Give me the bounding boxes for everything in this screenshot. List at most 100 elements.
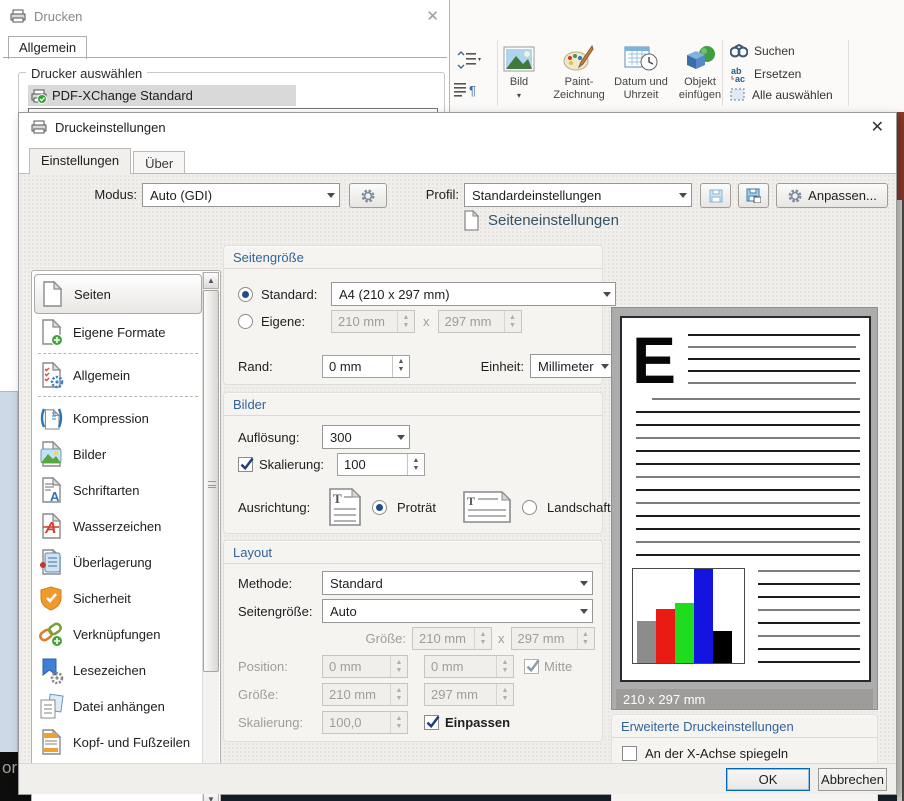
portrait-page-icon: T [328,487,362,527]
landscape-page-icon: T [462,490,512,524]
date-time-button[interactable]: Datum undUhrzeit [610,42,672,102]
scroll-up-icon[interactable]: ▲ [203,272,219,289]
bookmark-icon [39,657,64,684]
insert-object-button[interactable]: Objekteinfügen [672,42,728,102]
flip-x-label: An der X-Achse spiegeln [645,746,788,761]
groesse2-label: Größe: [238,687,322,702]
attach-file-icon [39,693,64,720]
ok-button[interactable]: OK [726,768,810,791]
page-preview: E [611,307,878,710]
modus-settings-button[interactable] [349,183,387,208]
landscape-radio[interactable] [522,500,537,515]
groesse-label: Größe: [364,631,406,646]
portrait-radio[interactable] [372,500,387,515]
skalierung-checkbox[interactable] [238,457,253,472]
rand-label: Rand: [238,359,322,374]
layout-size-w-spinner: 210 mm▲▼ [412,627,492,650]
sidebar-item-eigene-formate[interactable]: Eigene Formate [34,314,202,350]
profil-dropdown[interactable]: Standardeinstellungen [464,183,692,207]
standard-size-dropdown[interactable]: A4 (210 x 297 mm) [331,282,616,306]
dialog-close-icon[interactable]: ✕ [871,117,884,137]
anpassen-button[interactable]: Anpassen... [776,183,888,208]
seitengroesse-dropdown[interactable]: Auto [322,599,593,623]
chevron-down-icon [397,435,405,440]
print-dialog-close-icon[interactable]: ✕ [426,7,439,25]
section-title: Bilder [224,393,602,416]
eigene-radio[interactable] [238,314,253,329]
position-y-spinner: 0 mm▲▼ [424,655,514,678]
sidebar-item-seiten[interactable]: Seiten [34,274,202,314]
flip-x-checkbox[interactable] [622,746,637,761]
sidebar-item-datei-anhaengen[interactable]: Datei anhängen [34,688,202,724]
separator [38,396,198,397]
einheit-dropdown[interactable]: Millimeter [530,354,614,378]
sidebar-item-schriftarten[interactable]: A Schriftarten [34,472,202,508]
groesse2-w-spinner: 210 mm▲▼ [322,683,408,706]
sidebar-item-lesezeichen[interactable]: Lesezeichen [34,652,202,688]
preview-bar-chart [632,568,745,664]
dropdown-arrow: ▾ [517,91,521,100]
skalierung-spinner[interactable]: 100▲▼ [337,453,425,476]
paint-palette-icon [548,42,610,76]
fonts-page-icon: A [39,477,64,504]
page-icon [463,210,480,231]
layout-size-h-spinner: 297 mm▲▼ [511,627,595,650]
tab-einstellungen[interactable]: Einstellungen [29,148,131,174]
background-window-edge [897,112,904,801]
svg-text:ac: ac [735,74,745,82]
paragraph-icon[interactable]: ¶ [452,80,478,100]
sidebar-item-verknuepfungen[interactable]: Verknüpfungen [34,616,202,652]
page-icon [40,281,65,308]
methode-dropdown[interactable]: Standard [322,571,593,595]
save-profile-as-button[interactable] [738,183,769,208]
paint-drawing-button[interactable]: Paint-Zeichnung [548,42,610,102]
svg-text:¶: ¶ [469,83,476,98]
select-all-icon [730,88,746,102]
rand-spinner[interactable]: 0 mm▲▼ [322,355,410,378]
chevron-down-icon [580,609,588,614]
mitte-label: Mitte [544,659,572,674]
overlay-page-icon [39,549,64,576]
screen: or Drucken ✕ Allgemein Drucker auswählen… [0,0,904,801]
sidebar-item-bilder[interactable]: Bilder [34,436,202,472]
scrollbar-thumb[interactable] [203,290,219,672]
sidebar-item-wasserzeichen[interactable]: A Wasserzeichen [34,508,202,544]
aufloesung-dropdown[interactable]: 300 [322,425,410,449]
object-insert-icon [672,42,728,76]
tab-allgemein[interactable]: Allgemein [8,36,87,59]
preview-letter: E [632,322,676,398]
printer-item[interactable]: PDF-XChange Standard [28,85,296,106]
sidebar-item-sicherheit[interactable]: Sicherheit [34,580,202,616]
modus-label: Modus: [77,187,137,202]
position-x-spinner: 0 mm▲▼ [322,655,408,678]
layout-skalierung-spinner: 100,0▲▼ [322,711,408,734]
sidebar-item-kompression[interactable]: Kompression [34,400,202,436]
replace-button[interactable]: abac Ersetzen [730,66,801,82]
chevron-down-icon [327,193,335,198]
svg-text:T: T [467,494,475,508]
chevron-down-icon [580,581,588,586]
insert-picture-button[interactable]: Bild▾ [494,42,544,102]
section-bilder: Bilder Auflösung: 300 Skalierung: 100▲▼ … [223,392,603,534]
aufloesung-label: Auflösung: [238,430,322,445]
modus-dropdown[interactable]: Auto (GDI) [142,183,340,207]
replace-icon: abac [730,66,748,82]
save-as-icon [746,188,761,203]
sidebar-item-ueberlagerung[interactable]: Überlagerung [34,544,202,580]
svg-text:T: T [333,491,342,506]
cancel-button[interactable]: Abbrechen [818,768,887,791]
save-profile-button[interactable] [700,183,731,208]
calendar-clock-icon [610,42,672,76]
standard-radio[interactable] [238,287,253,302]
einpassen-checkbox[interactable] [424,715,439,730]
seitengroesse-label: Seitengröße: [238,604,322,619]
select-all-button[interactable]: Alle auswählen [730,88,833,102]
line-spacing-icon[interactable] [456,50,482,70]
dialog-titlebar: Druckeinstellungen ✕ [19,113,896,141]
sidebar-item-allgemein[interactable]: Allgemein [34,357,202,393]
sidebar-item-kopf-fusszeilen[interactable]: Kopf- und Fußzeilen [34,724,202,760]
search-button[interactable]: Suchen [730,44,795,58]
printer-select-group-label: Drucker auswählen [26,66,147,81]
sidebar-scrollbar[interactable]: ▲ ▼ [202,272,219,801]
einheit-label: Einheit: [476,359,524,374]
